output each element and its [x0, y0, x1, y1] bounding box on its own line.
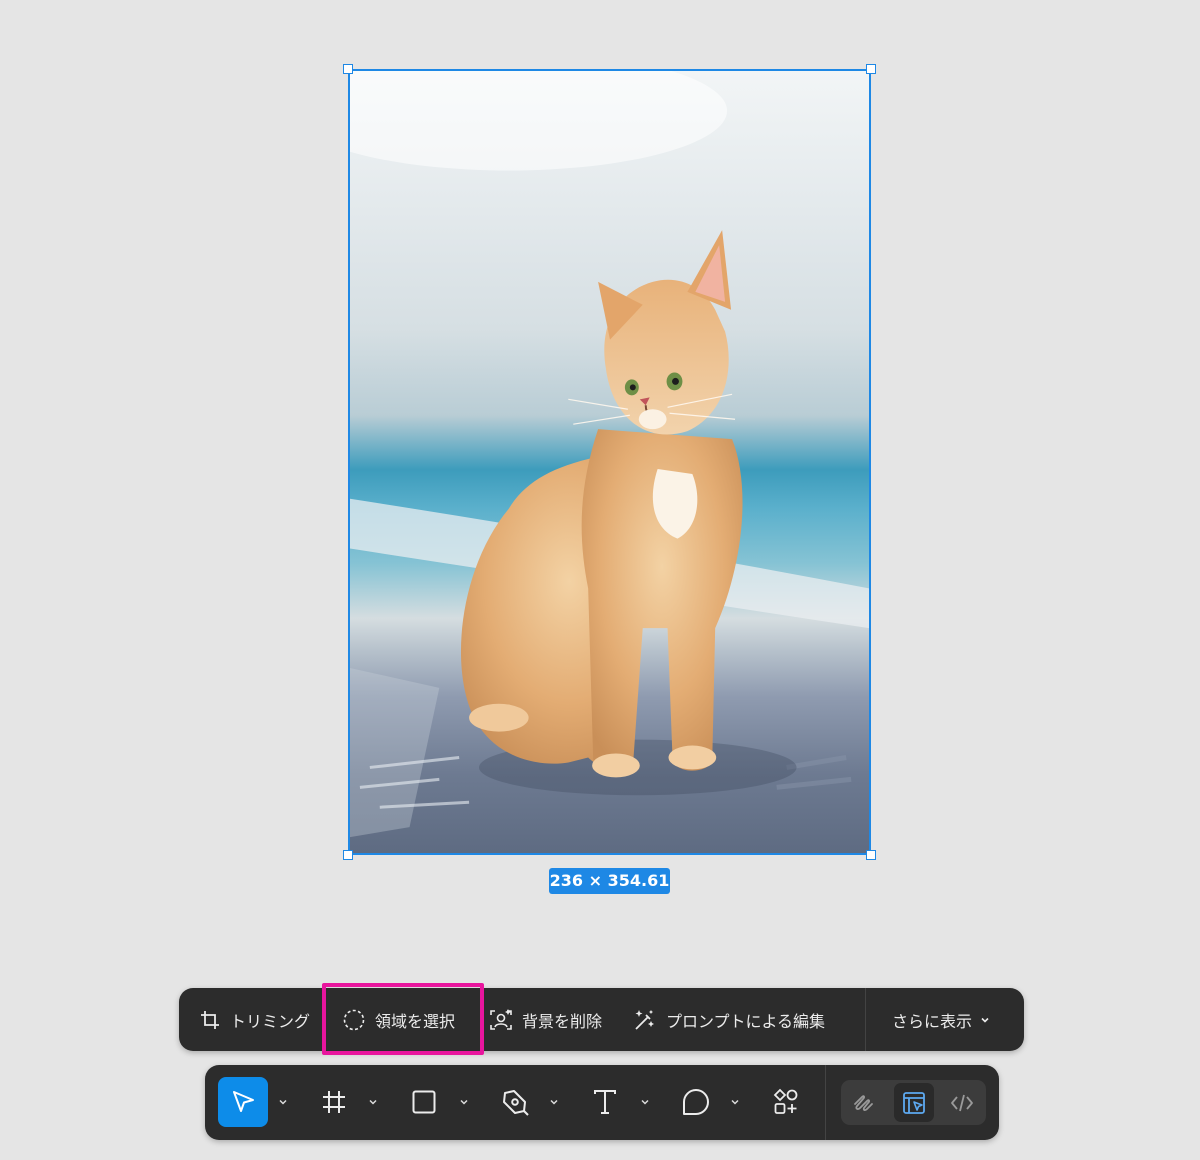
shape-tool-chevron[interactable]	[457, 1092, 471, 1112]
pen-tool-button[interactable]	[490, 1077, 540, 1127]
comment-tool-button[interactable]	[671, 1077, 721, 1127]
move-tool-button[interactable]	[218, 1077, 268, 1127]
chevron-down-icon	[641, 1099, 649, 1105]
rectangle-icon	[412, 1090, 436, 1114]
image-context-toolbar: トリミング 領域を選択 背景を削除 プロンプトによる編集 さらに表示	[179, 988, 1024, 1051]
toolbar-separator	[825, 1065, 826, 1140]
shape-tool-button[interactable]	[399, 1077, 449, 1127]
cursor-arrow-icon	[233, 1091, 254, 1112]
select-area-label: 領域を選択	[375, 1011, 456, 1031]
remove-background-icon	[490, 1008, 512, 1030]
frame-tool-chevron[interactable]	[366, 1092, 380, 1112]
components-grid-icon	[773, 1088, 798, 1114]
cat-photo[interactable]	[350, 71, 869, 853]
frame-hash-icon	[323, 1091, 345, 1113]
comment-tool-chevron[interactable]	[728, 1092, 742, 1112]
selection-size-badge: 236 × 354.61	[549, 868, 670, 894]
resize-handle-top-left[interactable]	[343, 64, 353, 74]
pen-nib-icon	[503, 1090, 529, 1116]
pen-tool-chevron[interactable]	[547, 1092, 561, 1112]
resize-handle-bottom-left[interactable]	[343, 850, 353, 860]
text-tool-button[interactable]	[580, 1077, 630, 1127]
actions-tool-button[interactable]	[761, 1077, 811, 1127]
cat-photo-illustration	[350, 71, 869, 838]
chevron-down-icon	[369, 1099, 377, 1105]
toolbar-divider	[865, 988, 866, 1051]
crop-label: トリミング	[230, 1011, 311, 1031]
selected-image-frame[interactable]	[343, 64, 876, 860]
mode-switcher	[841, 1080, 986, 1125]
chevron-down-icon	[460, 1099, 468, 1105]
remove-background-label: 背景を削除	[522, 1011, 603, 1031]
remove-background-button[interactable]: 背景を削除	[489, 988, 602, 1051]
frame-tool-button[interactable]	[309, 1077, 359, 1127]
code-brackets-icon	[951, 1094, 973, 1111]
more-options-button[interactable]: さらに表示	[892, 988, 991, 1051]
select-area-button[interactable]: 領域を選択	[342, 988, 455, 1051]
chevron-down-icon	[981, 1017, 989, 1023]
move-tool-chevron[interactable]	[276, 1092, 290, 1112]
lasso-select-icon	[343, 1009, 365, 1030]
text-tool-chevron[interactable]	[638, 1092, 652, 1112]
chevron-down-icon	[279, 1099, 287, 1105]
prompt-edit-label: プロンプトによる編集	[666, 1011, 826, 1031]
resize-handle-top-right[interactable]	[866, 64, 876, 74]
design-mode-icon	[903, 1091, 925, 1114]
dev-mode-button[interactable]	[942, 1083, 982, 1122]
crop-button[interactable]: トリミング	[199, 988, 310, 1051]
draw-mode-button[interactable]	[845, 1083, 885, 1122]
draw-squiggle-icon	[854, 1094, 873, 1111]
comment-bubble-icon	[683, 1089, 709, 1115]
more-options-label: さらに表示	[892, 1011, 973, 1031]
design-mode-button[interactable]	[894, 1083, 934, 1122]
crop-icon	[201, 1010, 219, 1029]
resize-handle-bottom-right[interactable]	[866, 850, 876, 860]
main-toolbar	[205, 1065, 999, 1140]
text-t-icon	[594, 1090, 616, 1114]
chevron-down-icon	[550, 1099, 558, 1105]
prompt-edit-button[interactable]: プロンプトによる編集	[633, 988, 825, 1051]
chevron-down-icon	[731, 1099, 739, 1105]
magic-wand-icon	[635, 1009, 654, 1030]
